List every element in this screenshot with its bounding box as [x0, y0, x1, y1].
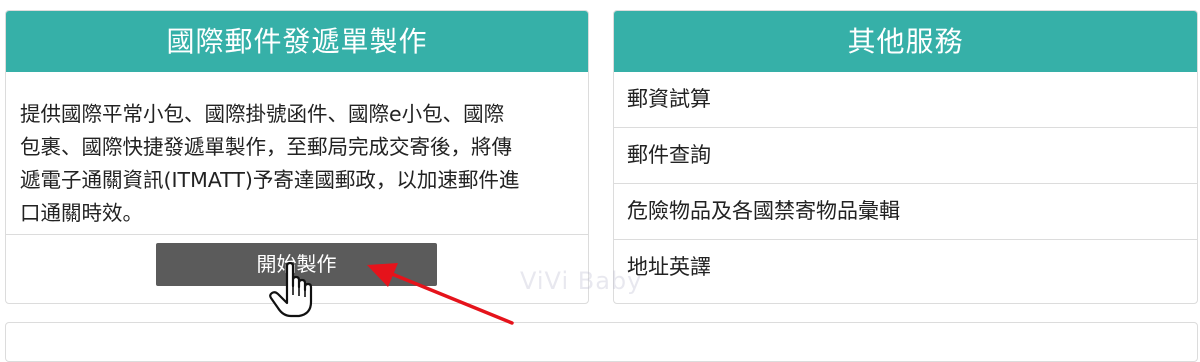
service-item-postage-calc[interactable]: 郵資試算 — [614, 72, 1197, 128]
desc-line: 口通關時效。 — [20, 201, 143, 225]
service-item-address-translation[interactable]: 地址英譯 — [614, 240, 1197, 295]
desc-line: 提供國際平常小包、國際掛號函件、國際e小包、國際 — [20, 102, 505, 126]
other-services-card: 其他服務 郵資試算 郵件查詢 危險物品及各國禁寄物品彙輯 地址英譯 — [613, 10, 1198, 304]
card-title: 其他服務 — [847, 25, 964, 58]
hand-pointer-icon — [269, 262, 313, 318]
services-list: 郵資試算 郵件查詢 危險物品及各國禁寄物品彙輯 地址英譯 — [614, 72, 1197, 295]
card-title: 國際郵件發遞單製作 — [166, 25, 428, 58]
card-header-other-services: 其他服務 — [614, 11, 1197, 72]
desc-line: 遞電子通關資訊(ITMATT)予寄達國郵政，以加速郵件進 — [20, 168, 520, 192]
service-item-mail-tracking[interactable]: 郵件查詢 — [614, 128, 1197, 184]
bottom-panel — [5, 322, 1198, 362]
card-header-intl-dispatch: 國際郵件發遞單製作 — [6, 11, 588, 72]
desc-line: 包裹、國際快捷發遞單製作，至郵局完成交寄後，將傳 — [20, 135, 512, 159]
watermark: ViVi Baby — [520, 267, 643, 295]
card-description: 提供國際平常小包、國際掛號函件、國際e小包、國際 包裹、國際快捷發遞單製作，至郵… — [6, 84, 588, 234]
service-item-prohibited-items[interactable]: 危險物品及各國禁寄物品彙輯 — [614, 184, 1197, 240]
intl-dispatch-card: 國際郵件發遞單製作 提供國際平常小包、國際掛號函件、國際e小包、國際 包裹、國際… — [5, 10, 589, 304]
